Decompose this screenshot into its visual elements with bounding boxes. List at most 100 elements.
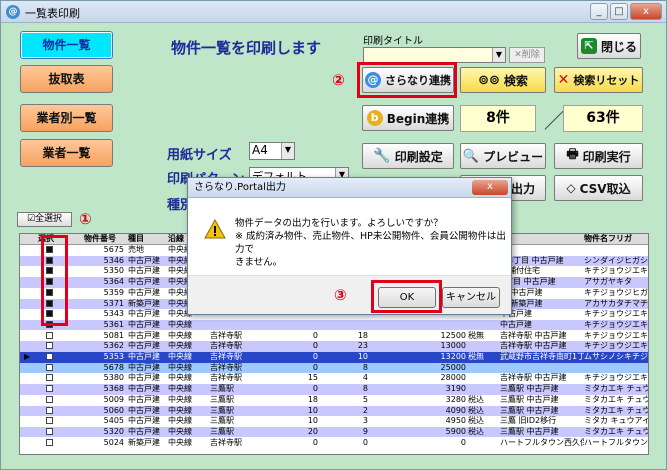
cell-type: 中古戸建 <box>128 287 160 297</box>
cell-addr: 町3丁目 中古戸建 <box>500 255 564 265</box>
cell-a: 10 <box>307 405 318 415</box>
row-checkbox[interactable] <box>46 331 56 342</box>
nav-by-dealer-button[interactable]: 業者別一覧 <box>20 104 113 132</box>
table-row[interactable]: 5405 中古戸建 中央線 三鷹駅 10 3 4950 税込 三鷹 旧ID2移行 ミタカ キュウア… <box>20 416 648 427</box>
cell-line: 中央線 <box>168 373 192 383</box>
minimize-button[interactable]: _ <box>590 3 608 20</box>
preview-button[interactable]: 🔍 プレビュー <box>460 143 546 169</box>
cell-a: 0 <box>312 352 318 361</box>
cell-addr: 中古戸建 <box>500 309 532 319</box>
cancel-button[interactable]: キャンセル <box>442 287 500 308</box>
cell-note: 税込 <box>468 416 484 426</box>
cell-kana: アカサカタチマチ <box>584 298 648 308</box>
cell-station: 三鷹駅 <box>210 384 234 394</box>
cell-b: 23 <box>357 341 368 351</box>
cell-type: 中古戸建 <box>128 405 160 415</box>
row-checkbox[interactable] <box>46 342 56 352</box>
cell-type: 中古戸建 <box>128 416 160 426</box>
row-checkbox[interactable] <box>46 353 56 363</box>
row-checkbox[interactable] <box>46 438 56 449</box>
print-window: @ 一覧表印刷 _ □ x 物件一覧 抜取表 業者別一覧 業者一覧 物件一覧を印… <box>0 0 667 470</box>
count-separator: ／ <box>544 109 564 133</box>
cell-no: 5320 <box>103 426 124 436</box>
close-window-button[interactable]: x <box>630 3 662 20</box>
paper-size-select[interactable]: A4 ▼ <box>249 142 295 160</box>
nav-dealer-list-button[interactable]: 業者一覧 <box>20 139 113 167</box>
cell-a: 18 <box>307 394 318 404</box>
row-checkbox[interactable] <box>46 395 56 406</box>
begin-link-button[interactable]: b Begin連携 <box>362 105 454 131</box>
cell-kana: キチジョウジエキ <box>584 319 648 329</box>
table-row[interactable]: 5380 中古戸建 中央線 吉祥寺駅 15 4 28000 吉祥寺駅 中古戸建 キチジョウジエキ <box>20 373 648 384</box>
nav-extract-button[interactable]: 抜取表 <box>20 65 113 93</box>
cell-a: 0 <box>312 341 318 351</box>
cell-kana: キチジョウジエキ <box>584 373 648 383</box>
cell-type: 中古戸建 <box>128 352 160 361</box>
close-button[interactable]: ⇱ 閉じる <box>577 33 641 59</box>
row-checkbox[interactable] <box>46 374 56 384</box>
chevron-down-icon[interactable]: ▼ <box>281 143 294 159</box>
cell-addr: 武蔵野市吉祥寺南町1丁目 <box>500 352 584 361</box>
print-title-label: 印刷タイトル <box>363 36 423 47</box>
cell-type: 中古戸建 <box>128 277 160 287</box>
cell-line: 中央線 <box>168 426 192 436</box>
cell-type: 中古戸建 <box>128 330 160 340</box>
row-checkbox[interactable] <box>46 417 56 427</box>
table-row[interactable]: 5368 中古戸建中央線 三鷹駅 0 8 3190 三鷹駅 中古戸建 ミタカエキ チュウコ <box>20 384 648 395</box>
table-row[interactable]: 5320 中古戸建中央線 三鷹駅 20 9 5900税込 三鷹駅 中古戸建 ミタカエキ チュウ… <box>20 426 648 438</box>
cell-type: 新築戸建 <box>128 437 160 447</box>
cell-a: 10 <box>307 416 318 426</box>
cell-kana: シンダイジヒガシ <box>584 255 648 265</box>
table-row[interactable]: 5081 中古戸建 中央線 吉祥寺駅 0 18 12500 税無 吉祥寺駅 中古戸建 キチジョウジ… <box>20 330 648 342</box>
column-header[interactable]: 物件番号 <box>84 234 128 244</box>
cell-b: 8 <box>362 362 368 372</box>
cell-line: 中央線 <box>168 394 192 404</box>
search-button[interactable]: ⊚⊚ 検索 <box>460 67 546 93</box>
print-run-button[interactable]: 🖶 印刷実行 <box>554 143 643 169</box>
marker-1: ① <box>79 210 92 228</box>
column-header[interactable]: 物件名フリガ <box>584 234 648 244</box>
select-all-button[interactable]: ☑全選択 <box>17 212 72 227</box>
table-row[interactable]: 5678 中古戸建 中央線 吉祥寺駅 0 8 25000 <box>20 362 648 374</box>
print-title-combo[interactable]: ▼ <box>363 47 506 63</box>
maximize-button[interactable]: □ <box>610 3 628 20</box>
cell-type: 売地 <box>128 245 144 254</box>
paper-size-label: 用紙サイズ <box>167 148 232 163</box>
column-header[interactable]: 種目 <box>128 234 168 244</box>
table-row[interactable]: ▶ 5353 中古戸建 中央線 吉祥寺駅 0 10 13200 税無 武蔵野市吉祥寺南町1丁目 ムサ… <box>20 352 648 363</box>
cell-price: 0 <box>460 437 466 447</box>
cell-addr: 吉祥寺駅 中古戸建 <box>500 373 567 383</box>
app-icon: @ <box>6 5 20 19</box>
delete-title-button[interactable]: ✕削除 <box>509 47 545 63</box>
row-checkbox[interactable] <box>46 385 56 395</box>
chevron-down-icon[interactable]: ▼ <box>492 48 505 62</box>
row-checkbox[interactable] <box>46 427 56 438</box>
cell-type: 中古戸建 <box>128 426 160 436</box>
cell-type: 中古戸建 <box>128 394 160 404</box>
dialog-message: 物件データの出力を行います。よろしいですか？ ※ 成約済み物件、売止物件、HP未… <box>235 218 506 268</box>
cell-note: 税込 <box>468 405 484 415</box>
table-row[interactable]: 5361 中古戸建 中央線 中古戸建 キチジョウジエキ <box>20 319 648 331</box>
csv-import-button[interactable]: ◇ CSV取込 <box>554 175 643 201</box>
dialog-close-button[interactable]: x <box>472 180 508 195</box>
cell-type: 新築戸建 <box>128 298 160 308</box>
cell-addr: 中 新築戸建 <box>500 298 543 308</box>
row-checkbox[interactable] <box>46 363 56 374</box>
table-row[interactable]: 5362 中古戸建 中央線 吉祥寺駅 0 23 13000 吉祥寺駅 中古戸建 キチジョウジエキ <box>20 341 648 352</box>
cell-station: 吉祥寺駅 <box>210 330 242 340</box>
cell-addr: 三鷹駅 中古戸建 <box>500 405 559 415</box>
print-settings-button[interactable]: 🔧 印刷設定 <box>362 143 454 169</box>
table-row[interactable]: 5024 新築戸建中央線 吉祥寺駅 0 0 0 ハートフルタウン西久保の郷ハートフルタウン <box>20 437 648 449</box>
cell-b: 8 <box>362 384 368 394</box>
window-title: 一覧表印刷 <box>25 7 80 20</box>
cell-no: 5060 <box>103 405 124 415</box>
cell-station: 吉祥寺駅 <box>210 373 242 383</box>
table-row[interactable]: 5060 中古戸建中央線 三鷹駅 10 2 4090税込 三鷹駅 中古戸建 ミタカエキ チュウ… <box>20 405 648 417</box>
nav-property-list-button[interactable]: 物件一覧 <box>20 31 113 59</box>
cell-station: 吉祥寺駅 <box>210 341 242 351</box>
table-row[interactable]: 5009 中古戸建中央線 三鷹駅 18 5 3280税込 三鷹駅 中古戸建 ミタカエキ チュウ… <box>20 394 648 406</box>
row-checkbox[interactable] <box>46 406 56 417</box>
cell-price: 3190 <box>445 384 466 394</box>
cell-kana: キチジョウジエキ <box>584 341 648 351</box>
search-reset-button[interactable]: ✕ 検索リセット <box>554 67 643 93</box>
